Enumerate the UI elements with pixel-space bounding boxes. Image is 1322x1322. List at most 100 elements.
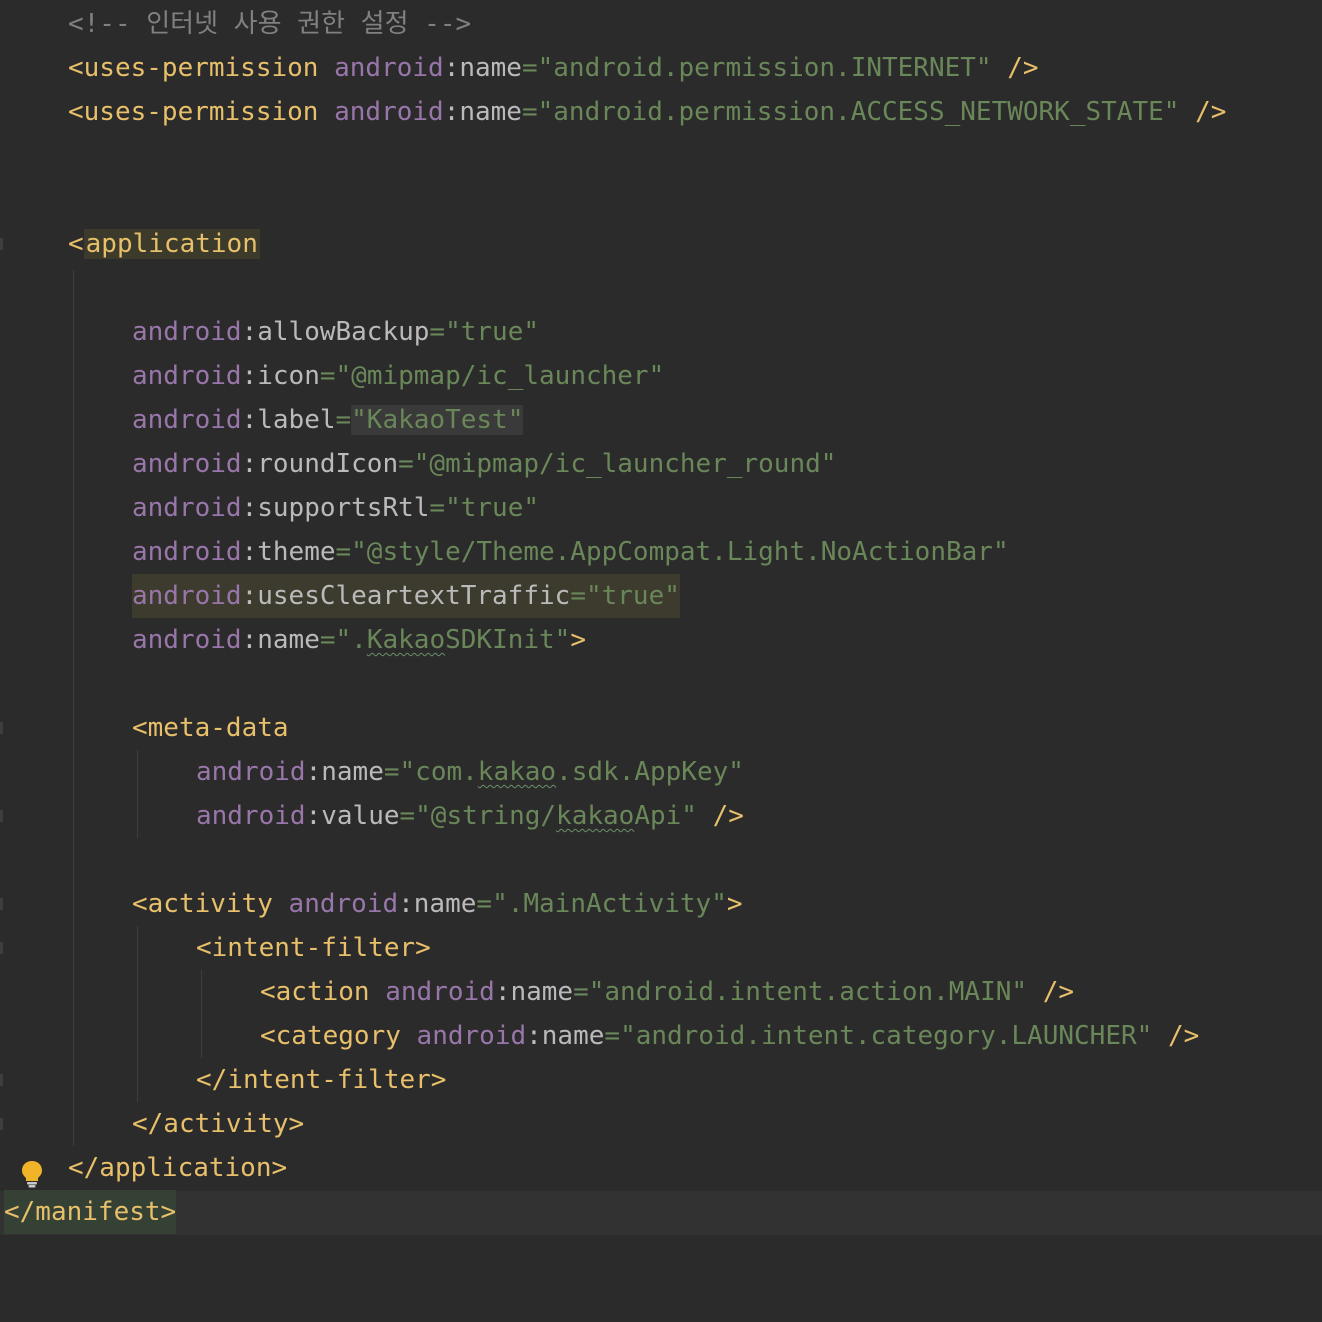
spellcheck-typo[interactable]: kakao [478, 757, 556, 787]
equals: = [429, 493, 446, 523]
code-line-activity-open[interactable]: <activity android:name=".MainActivity"> [0, 882, 1322, 926]
attr-name: :name [241, 625, 320, 655]
code-line-intent-filter-open[interactable]: <intent-filter> [0, 926, 1322, 970]
colon: : [443, 53, 460, 83]
attr-namespace: android [132, 405, 242, 435]
code-line-category[interactable]: <category android:name="android.intent.c… [0, 1014, 1322, 1058]
tag-name: </application> [68, 1153, 288, 1183]
code-line-supports-rtl[interactable]: android:supportsRtl="true" [0, 486, 1322, 530]
tag-name-highlighted: </manifest> [4, 1190, 177, 1234]
attr-namespace: android [132, 581, 242, 611]
equals: = [604, 1021, 621, 1051]
code-line-uses-cleartext-traffic[interactable]: android:usesCleartextTraffic="true" [0, 574, 1322, 618]
attr-value: "android.intent.category.LAUNCHER" [620, 1021, 1153, 1051]
attr-name: :name [494, 977, 574, 1007]
attr-name: :roundIcon [241, 449, 399, 479]
code-line-meta-name[interactable]: android:name="com.kakao.sdk.AppKey" [0, 750, 1322, 794]
tag-name: <uses-permission [68, 97, 319, 127]
code-line-action[interactable]: <action android:name="android.intent.act… [0, 970, 1322, 1014]
code-line-comment[interactable]: <!-- 인터넷 사용 권한 설정 --> [0, 2, 1322, 46]
attr-value: "true" [585, 581, 680, 611]
attr-value-start: "com. [399, 757, 478, 787]
attr-value: "android.permission.ACCESS_NETWORK_STATE… [537, 97, 1180, 127]
code-line-allow-backup[interactable]: android:allowBackup="true" [0, 310, 1322, 354]
warning-highlight: android:usesCleartextTraffic="true" [132, 574, 680, 618]
attr-value: "true" [445, 317, 539, 347]
code-line-activity-close[interactable]: </activity> [0, 1102, 1322, 1146]
attr-name: :label [241, 405, 336, 435]
tag-name: <intent-filter> [196, 933, 431, 963]
code-line-application-close[interactable]: </application> [0, 1146, 1322, 1190]
attr-value: "@mipmap/ic_launcher_round" [413, 449, 837, 479]
equals: = [399, 801, 416, 831]
equals: = [521, 53, 538, 83]
attr-value-end: SDKInit" [445, 625, 571, 655]
attr-name: name [459, 53, 522, 83]
equals: = [429, 317, 446, 347]
code-line-application-open[interactable]: <application [0, 222, 1322, 266]
attr-value: "@mipmap/ic_launcher" [335, 361, 665, 391]
attr-name: name [459, 97, 522, 127]
attr-value: "true" [445, 493, 539, 523]
xml-comment: <!-- 인터넷 사용 권한 설정 --> [68, 9, 472, 39]
tag-name: <action [260, 977, 370, 1007]
equals: = [319, 625, 336, 655]
code-line-theme[interactable]: android:theme="@style/Theme.AppCompat.Li… [0, 530, 1322, 574]
attr-value-end: .sdk.AppKey" [556, 757, 744, 787]
code-line-round-icon[interactable]: android:roundIcon="@mipmap/ic_launcher_r… [0, 442, 1322, 486]
spellcheck-typo[interactable]: kakao [556, 801, 634, 831]
attr-namespace: android [132, 493, 242, 523]
tag-name-highlighted: application [83, 229, 260, 259]
attr-namespace: android [132, 537, 242, 567]
attr-name: :icon [241, 361, 320, 391]
code-line-label[interactable]: android:label="KakaoTest" [0, 398, 1322, 442]
code-line-intent-filter-close[interactable]: </intent-filter> [0, 1058, 1322, 1102]
attr-name: :name [526, 1021, 605, 1051]
equals: = [521, 97, 538, 127]
tag-name: <uses-permission [68, 53, 319, 83]
attr-name: :allowBackup [241, 317, 430, 347]
tag-name: </activity> [132, 1109, 305, 1139]
attr-value-hardcoded-string: "KakaoTest" [351, 405, 524, 435]
tag-name: <activity [132, 889, 273, 919]
attr-name: :name [398, 889, 477, 919]
attr-value: "@style/Theme.AppCompat.Light.NoActionBa… [351, 537, 1009, 567]
attr-namespace: android [196, 757, 306, 787]
lightbulb-icon[interactable] [20, 1160, 44, 1188]
attr-namespace: android [196, 801, 306, 831]
equals: = [335, 405, 352, 435]
tag-name: </intent-filter> [196, 1065, 447, 1095]
equals: = [570, 581, 586, 611]
tag-name: <meta-data [132, 713, 289, 743]
attr-namespace: android [132, 625, 242, 655]
code-line-application-name[interactable]: android:name=".KakaoSDKInit"> [0, 618, 1322, 662]
attr-value: "android.intent.action.MAIN" [588, 977, 1028, 1007]
tag-close: /> [1042, 977, 1075, 1007]
equals: = [573, 977, 589, 1007]
attr-value: "android.permission.INTERNET" [537, 53, 992, 83]
tag-close: /> [1195, 97, 1227, 127]
code-line-uses-permission-network-state[interactable]: <uses-permission android:name="android.p… [0, 90, 1322, 134]
attr-name: :name [305, 757, 384, 787]
code-editor[interactable]: <!-- 인터넷 사용 권한 설정 --> <uses-permission a… [0, 0, 1322, 1236]
code-line-meta-value[interactable]: android:value="@string/kakaoApi" /> [0, 794, 1322, 838]
attr-value-start: "@string/ [415, 801, 557, 831]
code-line-meta-data-open[interactable]: <meta-data [0, 706, 1322, 750]
equals: = [383, 757, 400, 787]
code-line-uses-permission-internet[interactable]: <uses-permission android:name="android.p… [0, 46, 1322, 90]
attr-value-start: ". [335, 625, 367, 655]
tag-close: /> [1007, 53, 1039, 83]
equals: = [319, 361, 336, 391]
attr-value-end: Api" [634, 801, 697, 831]
attr-name: :usesCleartextTraffic [241, 581, 571, 611]
code-line-icon[interactable]: android:icon="@mipmap/ic_launcher" [0, 354, 1322, 398]
tag-close: /> [1167, 1021, 1200, 1051]
tag-bracket: < [68, 229, 84, 259]
spellcheck-typo[interactable]: Kakao [367, 625, 445, 655]
tag-close: > [726, 889, 743, 919]
attr-namespace: android [132, 449, 242, 479]
attr-namespace: android [334, 97, 444, 127]
code-line-manifest-close[interactable]: </manifest> [0, 1190, 1322, 1234]
attr-namespace: android [132, 361, 242, 391]
equals: = [398, 449, 414, 479]
